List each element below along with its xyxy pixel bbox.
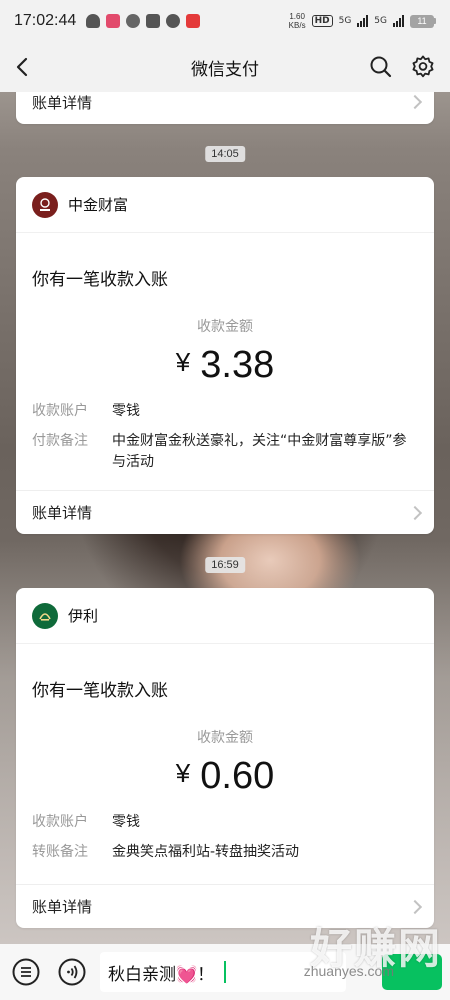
menu-list-icon[interactable] — [12, 958, 40, 986]
bill-detail-label: 账单详情 — [32, 898, 93, 916]
payment-card: 伊利 你有一笔收款入账 收款金额 ¥0.60 收款账户 零钱 转账备注 金典笑点… — [16, 588, 434, 928]
sim1-label: 5G — [338, 16, 352, 26]
bill-detail-label: 账单详情 — [32, 93, 93, 112]
row-value: 零钱 — [112, 403, 140, 419]
notification-icons — [86, 14, 201, 28]
row-value: 金典笑点福利站-转盘抽奖活动 — [112, 844, 300, 860]
amount-label: 收款金额 — [197, 730, 253, 746]
amount-value: 0.60 — [200, 755, 275, 797]
bill-detail-link[interactable]: 账单详情 — [16, 490, 434, 534]
detail-row: 收款账户 零钱 — [16, 812, 434, 833]
nav-bar: 微信支付 — [0, 42, 450, 92]
battery-level: 11 — [410, 14, 434, 28]
net-speed-unit: KB/s — [288, 21, 306, 30]
status-right: 1.60 KB/s HD 5G 5G 11 — [289, 12, 436, 30]
amount-label: 收款金额 — [197, 319, 253, 335]
status-bar: 17:02:44 1.60 KB/s HD 5G 5G 11 — [0, 0, 450, 42]
telegram-icon — [146, 14, 161, 28]
currency-symbol: ¥ — [175, 758, 191, 788]
battery-icon: 11 — [410, 14, 436, 28]
message-icon — [166, 14, 181, 28]
card-header[interactable]: 伊利 — [16, 588, 434, 644]
message-timestamp: 16:59 — [205, 557, 245, 573]
amount: ¥0.60 — [16, 755, 434, 798]
signal-icon — [357, 15, 369, 27]
detail-row: 收款账户 零钱 — [16, 401, 434, 422]
watermark-url: zhuanyes.com — [303, 963, 394, 979]
amount: ¥3.38 — [16, 344, 434, 387]
chevron-right-icon — [407, 505, 423, 520]
row-key: 付款备注 — [32, 433, 88, 449]
amount-value: 3.38 — [200, 344, 275, 386]
net-speed-value: 1.60 — [289, 12, 305, 21]
chevron-right-icon — [407, 899, 423, 914]
merchant-logo-icon — [32, 602, 58, 629]
chevron-right-icon — [407, 94, 423, 110]
voice-icon[interactable] — [58, 958, 86, 986]
sim2-label: 5G — [374, 16, 387, 26]
payment-card: 中金财富 你有一笔收款入账 收款金额 ¥3.38 收款账户 零钱 付款备注 中金… — [16, 177, 434, 534]
row-value: 中金财富金秋送豪礼，关注“中金财富尊享版”参与活动 — [112, 433, 407, 470]
row-key: 收款账户 — [32, 403, 88, 419]
merchant-name: 伊利 — [68, 607, 99, 625]
bill-detail-label: 账单详情 — [32, 504, 93, 522]
page-title: 微信支付 — [191, 59, 259, 80]
merchant-name: 中金财富 — [68, 196, 129, 214]
currency-symbol: ¥ — [175, 347, 191, 377]
merchant-logo-icon — [32, 191, 58, 218]
message-input-text: 秋白亲测💓！ — [108, 964, 215, 985]
detail-row: 付款备注 中金财富金秋送豪礼，关注“中金财富尊享版”参与活动 — [16, 431, 434, 473]
wechat-icon — [126, 14, 141, 28]
bell-icon — [86, 14, 101, 28]
detail-row: 转账备注 金典笑点福利站-转盘抽奖活动 — [16, 842, 434, 863]
app-badge-icon — [186, 14, 201, 28]
message-timestamp: 14:05 — [205, 146, 245, 162]
status-time: 17:02:44 — [14, 12, 77, 29]
row-value: 零钱 — [112, 814, 140, 830]
signal-icon-2 — [393, 15, 404, 27]
gear-icon[interactable] — [410, 54, 436, 80]
notice-title: 你有一笔收款入账 — [32, 270, 168, 290]
app-notification-icon — [106, 14, 121, 28]
hd-badge: HD — [311, 15, 333, 27]
net-speed: 1.60 KB/s — [289, 12, 306, 30]
search-icon[interactable] — [368, 54, 394, 80]
row-key: 转账备注 — [32, 844, 88, 860]
card-header[interactable]: 中金财富 — [16, 177, 434, 233]
row-key: 收款账户 — [32, 814, 88, 830]
back-icon[interactable] — [10, 54, 36, 80]
text-caret — [224, 961, 227, 983]
notice-title: 你有一笔收款入账 — [32, 681, 168, 701]
